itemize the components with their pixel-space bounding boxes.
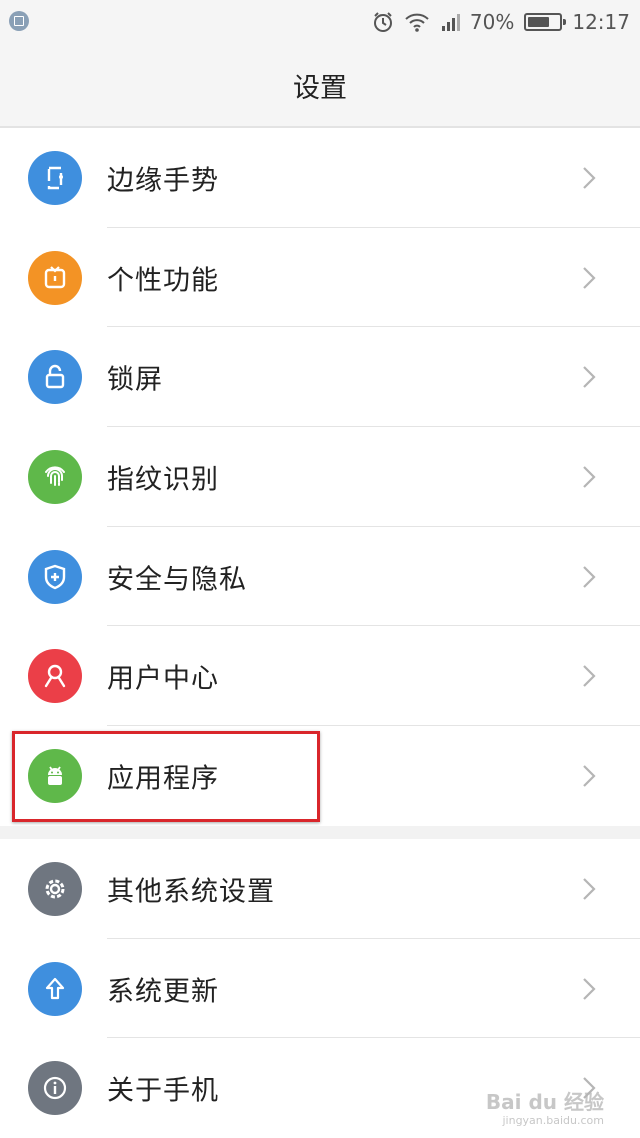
chevron-right-icon	[583, 366, 596, 388]
watermark-url: jingyan.baidu.com	[502, 1114, 604, 1127]
status-bar: 70% 12:17	[0, 0, 640, 44]
chevron-right-icon	[583, 167, 596, 189]
wifi-icon	[404, 11, 430, 33]
page-title: 设置	[293, 72, 347, 104]
chevron-right-icon	[583, 266, 596, 289]
chevron-right-icon	[583, 765, 596, 787]
settings-item-label: 个性功能	[107, 265, 219, 297]
lock-icon	[28, 350, 82, 405]
chevron-right-icon	[583, 665, 596, 688]
battery-level	[528, 17, 550, 27]
chevron-right-icon	[583, 977, 596, 1000]
settings-item-upload-arrow[interactable]: 系统更新	[0, 939, 640, 1039]
battery-icon	[524, 13, 567, 31]
settings-item-user[interactable]: 用户中心	[0, 626, 640, 727]
alarm-icon	[372, 11, 394, 33]
watermark-logo: Bai du 经验 jingyan.baidu.com	[486, 1092, 604, 1126]
settings-item-fingerprint[interactable]: 指纹识别	[0, 427, 640, 527]
battery-percent: 70%	[469, 10, 515, 34]
fingerprint-icon	[28, 449, 82, 504]
edge-gesture-icon	[28, 150, 82, 205]
settings-item-gear[interactable]: 其他系统设置	[0, 839, 640, 939]
settings-item-lock[interactable]: 锁屏	[0, 327, 640, 428]
settings-item-label: 锁屏	[107, 364, 163, 396]
section-gap	[0, 826, 640, 839]
android-icon	[28, 748, 82, 803]
clock: 12:17	[572, 10, 630, 34]
chevron-right-icon	[583, 565, 596, 588]
shield-icon	[28, 549, 82, 604]
settings-item-label: 关于手机	[107, 1075, 219, 1107]
settings-item-android[interactable]: 应用程序	[0, 726, 640, 826]
user-icon	[28, 649, 82, 704]
chevron-right-icon	[583, 466, 596, 488]
screenshot-notification-icon	[9, 11, 29, 31]
watermark-brand: Bai du 经验	[485, 1090, 604, 1114]
upload-arrow-icon	[28, 961, 82, 1016]
personality-icon	[28, 250, 82, 305]
status-bar-right: 70% 12:17	[372, 0, 630, 44]
info-icon	[28, 1061, 82, 1116]
settings-item-label: 安全与隐私	[107, 564, 247, 596]
gear-icon	[28, 861, 82, 916]
settings-item-label: 系统更新	[107, 976, 219, 1008]
signal-icon	[440, 12, 460, 32]
settings-item-label: 用户中心	[107, 663, 219, 695]
settings-item-shield[interactable]: 安全与隐私	[0, 527, 640, 627]
settings-list-primary: 边缘手势个性功能锁屏指纹识别安全与隐私用户中心应用程序	[0, 128, 640, 826]
title-bar: 设置	[0, 44, 640, 128]
settings-item-personality[interactable]: 个性功能	[0, 228, 640, 328]
settings-item-edge-gesture[interactable]: 边缘手势	[0, 128, 640, 228]
chevron-right-icon	[583, 878, 596, 900]
settings-item-label: 应用程序	[107, 763, 219, 795]
settings-item-label: 指纹识别	[107, 464, 219, 496]
settings-item-label: 其他系统设置	[107, 876, 275, 908]
settings-item-label: 边缘手势	[107, 165, 219, 197]
